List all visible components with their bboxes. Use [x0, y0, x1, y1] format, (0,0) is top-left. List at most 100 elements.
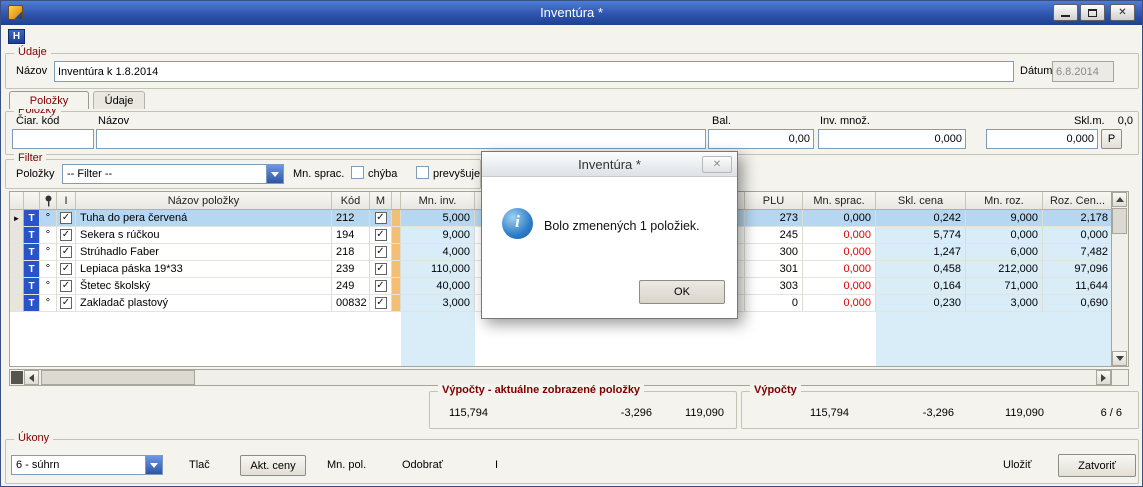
cell-kod: 239 [332, 261, 370, 278]
chevron-down-icon [271, 172, 279, 177]
cell-mnroz: 9,000 [966, 210, 1043, 227]
cell-strip [392, 227, 401, 244]
action-select[interactable]: 6 - súhrn [11, 455, 163, 475]
cell-mnsprac: 0,000 [803, 278, 876, 295]
summary-total-group: Výpočty 115,794 -3,296 119,090 6 / 6 [741, 391, 1139, 429]
cell-i: ✓ [57, 295, 76, 312]
column-header-strip [392, 192, 401, 209]
cell-rozcen: 7,482 [1043, 244, 1112, 261]
sklm-input[interactable] [986, 129, 1098, 149]
cell-rozcen: 0,000 [1043, 227, 1112, 244]
tab-polozky[interactable]: Položky [9, 91, 89, 109]
summary-visible-group: Výpočty - aktuálne zobrazené položky 115… [429, 391, 737, 429]
nazov-input[interactable] [54, 61, 1014, 82]
cell-sklcena: 0,458 [876, 261, 966, 278]
mn-pol-button[interactable]: Mn. pol. [327, 459, 366, 471]
grid-splitter-handle[interactable] [11, 371, 23, 384]
checkbox-i[interactable]: ✓ [60, 229, 72, 241]
column-header-mnroz[interactable]: Mn. roz. [966, 192, 1043, 209]
summary-value: -3,296 [892, 407, 954, 419]
titlebar[interactable]: Inventúra * ✕ [1, 1, 1142, 25]
action-dropdown-button[interactable] [145, 456, 162, 474]
filter-dropdown-button[interactable] [266, 165, 283, 183]
column-header-mnsprac[interactable]: Mn. sprac. [803, 192, 876, 209]
cell-sklcena: 0,164 [876, 278, 966, 295]
checkbox-m[interactable]: ✓ [375, 297, 387, 309]
filter-dropdown[interactable]: -- Filter -- [62, 164, 284, 184]
h-button[interactable]: H [8, 29, 25, 44]
column-header-m[interactable]: M [370, 192, 392, 209]
column-header-mninv[interactable]: Mn. inv. [401, 192, 475, 209]
inv-mnoz-input[interactable] [818, 129, 966, 149]
cell-i: ✓ [57, 210, 76, 227]
checkbox-m[interactable]: ✓ [375, 229, 387, 241]
checkbox-i[interactable]: ✓ [60, 212, 72, 224]
chyba-checkbox[interactable] [351, 166, 364, 179]
column-header-i[interactable]: I [57, 192, 76, 209]
checkbox-i[interactable]: ✓ [60, 263, 72, 275]
checkbox-i[interactable]: ✓ [60, 280, 72, 292]
checkbox-i[interactable]: ✓ [60, 297, 72, 309]
column-header-nazov[interactable]: Názov položky [76, 192, 332, 209]
bal-input[interactable] [708, 129, 814, 149]
p-button[interactable]: P [1101, 129, 1122, 149]
cell-mnroz: 3,000 [966, 295, 1043, 312]
column-header-plu[interactable]: PLU [745, 192, 803, 209]
cell-kod: 218 [332, 244, 370, 261]
scroll-left-button[interactable] [24, 370, 39, 385]
scroll-down-button[interactable] [1112, 351, 1127, 366]
checkbox-i[interactable]: ✓ [60, 246, 72, 258]
column-header-pin[interactable] [40, 192, 57, 209]
checkbox-m[interactable]: ✓ [375, 263, 387, 275]
datum-input[interactable] [1052, 61, 1114, 82]
zatvorit-button[interactable]: Zatvoriť [1058, 454, 1136, 477]
tlac-button[interactable]: Tlač [189, 459, 210, 471]
checkbox-m[interactable]: ✓ [375, 280, 387, 292]
summary-total-caption: Výpočty [750, 384, 801, 396]
dialog-close-button[interactable]: ✕ [702, 156, 732, 173]
polozky-nazov-label: Názov [98, 115, 129, 127]
tab-udaje[interactable]: Údaje [93, 91, 145, 109]
cell-m: ✓ [370, 244, 392, 261]
column-shade [876, 312, 1112, 366]
maximize-button[interactable] [1080, 4, 1105, 21]
column-header-sklcena[interactable]: Skl. cena [876, 192, 966, 209]
cell-plu: 300 [745, 244, 803, 261]
cell-ind [10, 227, 24, 244]
ciar-kod-input[interactable] [12, 129, 94, 149]
column-shade [401, 312, 475, 366]
checkbox-m[interactable]: ✓ [375, 212, 387, 224]
h-scroll-thumb[interactable] [41, 370, 195, 385]
cell-m: ✓ [370, 278, 392, 295]
close-button[interactable]: ✕ [1110, 4, 1135, 21]
v-scrollbar[interactable] [1112, 191, 1129, 367]
mn-sprac-label: Mn. sprac. [293, 168, 344, 180]
nazov-label: Názov [16, 65, 47, 77]
record-count: 6 / 6 [1082, 407, 1122, 419]
filter-dropdown-value: -- Filter -- [63, 168, 266, 180]
dialog-titlebar[interactable]: Inventúra * ✕ [482, 152, 737, 177]
scroll-right-button[interactable] [1096, 370, 1111, 385]
i-button[interactable]: I [495, 459, 498, 471]
scroll-up-button[interactable] [1112, 192, 1127, 207]
pin-icon [44, 195, 53, 207]
minimize-button[interactable] [1053, 4, 1078, 21]
akt-ceny-button[interactable]: Akt. ceny [240, 455, 306, 476]
checkbox-m[interactable]: ✓ [375, 246, 387, 258]
column-header-kod[interactable]: Kód [332, 192, 370, 209]
column-header-rozcen[interactable]: Roz. Cen... [1043, 192, 1112, 209]
ulozit-button[interactable]: Uložiť [1003, 459, 1032, 471]
maximize-icon [1088, 9, 1097, 17]
sklm-value: 0,0 [1118, 115, 1133, 127]
current-row-indicator: ► [10, 210, 24, 227]
prevysuje-checkbox[interactable] [416, 166, 429, 179]
scroll-right-icon [1101, 374, 1106, 382]
v-scroll-thumb[interactable] [1112, 208, 1127, 234]
polozky-nazov-input[interactable] [96, 129, 706, 149]
ok-button[interactable]: OK [639, 280, 725, 304]
ciar-kod-label: Čiar. kód [16, 115, 59, 127]
cell-ind [10, 278, 24, 295]
cell-pin: ° [40, 227, 57, 244]
cell-pin: ° [40, 295, 57, 312]
odobrat-button[interactable]: Odobrať [402, 459, 443, 471]
